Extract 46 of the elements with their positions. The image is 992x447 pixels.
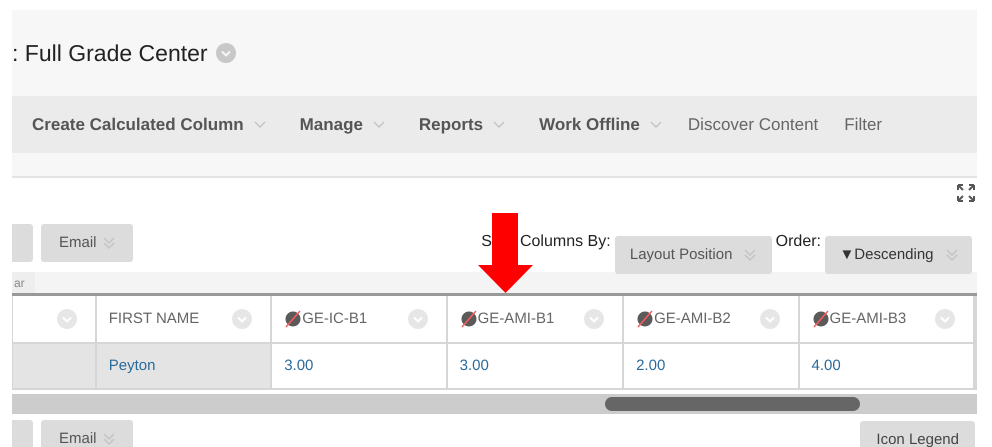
column-title: FIRST NAME [108,308,200,329]
double-chevron-icon [102,432,115,446]
order-label: Order: [776,232,821,252]
chevron-down-icon [650,120,662,128]
column-title: GE-AMI-B1 [478,308,556,329]
menu-link[interactable]: Discover Content [688,112,818,138]
menu-dropdown[interactable]: Work Offline [539,112,662,138]
column-menu-icon[interactable] [584,309,604,329]
column-menu-icon[interactable] [232,309,252,329]
double-chevron-icon [744,248,756,262]
email-button[interactable]: Email [41,224,133,262]
button-fragment[interactable] [12,420,33,447]
cell-value[interactable]: 3.00 [284,354,314,378]
title-menu-icon[interactable] [216,43,236,63]
scrollbar-thumb[interactable] [605,397,860,411]
menu-dropdown[interactable]: Manage [300,112,385,138]
menu-link[interactable]: Filter [844,112,882,138]
page-title: : Full Grade Center [12,38,208,68]
menu-dropdown[interactable]: Reports [418,112,506,138]
menu-dropdown[interactable]: Create Calculated Column [32,112,266,138]
column-menu-icon[interactable] [56,309,77,329]
sort-select[interactable]: Layout Position [614,236,772,274]
column-title: GE-AMI-B3 [830,308,908,329]
filter-tab[interactable]: ar [12,272,35,293]
cell-value[interactable]: Peyton [108,354,156,378]
double-chevron-icon [102,236,115,250]
chevron-down-icon [493,120,506,128]
cell-value[interactable]: 4.00 [812,354,841,378]
email-button[interactable]: Email [41,420,133,447]
icon-legend-button[interactable]: Icon Legend [860,421,975,447]
order-select[interactable]: ▼Descending [825,236,972,274]
column-menu-icon[interactable] [408,309,428,329]
double-chevron-icon [946,248,958,262]
horizontal-scrollbar[interactable] [12,394,977,414]
chevron-down-icon [372,120,385,128]
expand-icon[interactable] [957,184,975,202]
cell-value[interactable]: 3.00 [460,354,489,378]
sort-label-start: S [481,232,492,252]
column-title: GE-IC-B1 [302,308,368,329]
sort-label: Columns By: [520,232,611,252]
button-fragment[interactable] [12,224,33,262]
chevron-down-icon [254,120,266,128]
cell-value[interactable]: 2.00 [636,354,666,378]
column-menu-icon[interactable] [935,309,955,329]
column-title: GE-AMI-B2 [654,308,732,329]
column-menu-icon[interactable] [760,309,780,329]
